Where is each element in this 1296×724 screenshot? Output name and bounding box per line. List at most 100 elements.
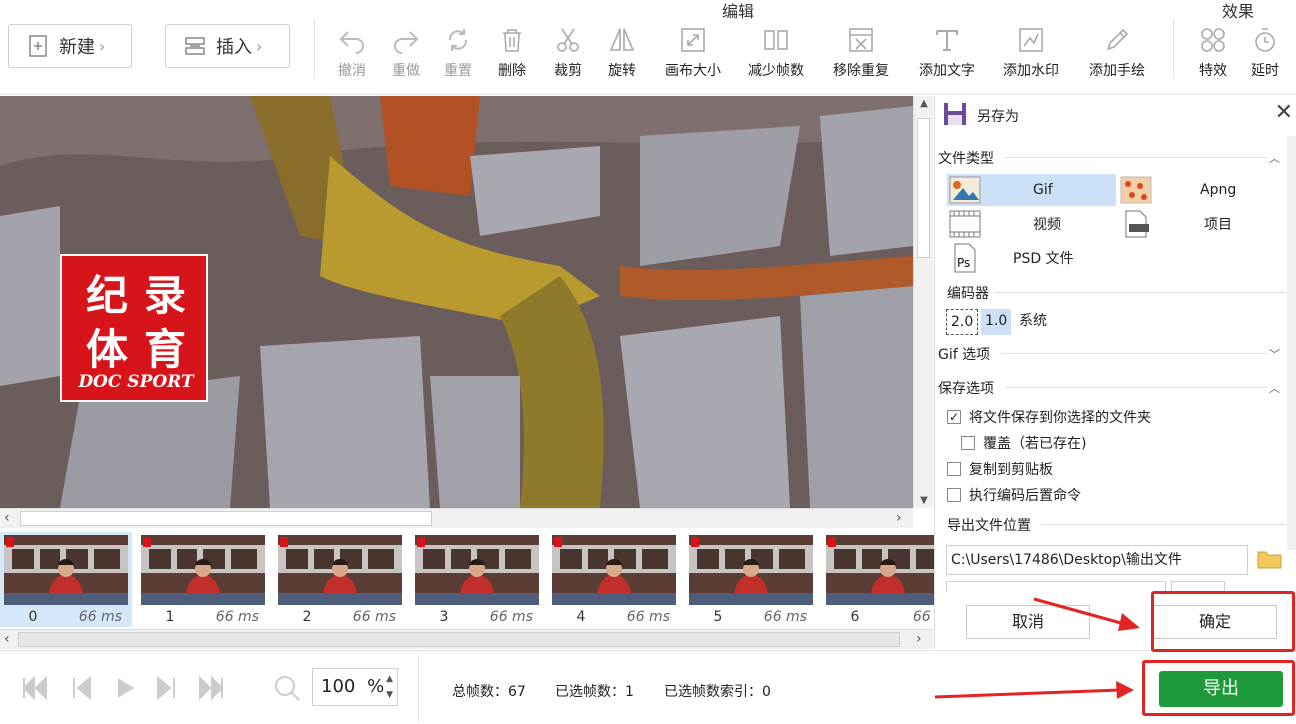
scroll-thumb[interactable] (917, 118, 930, 258)
encoder-1-0[interactable]: 1.0 (981, 309, 1012, 335)
previous-frame-icon[interactable] (66, 673, 96, 703)
frame-duration: 66 ms (78, 609, 122, 625)
file-type-apng[interactable]: Apng (1118, 174, 1290, 206)
frame-duration: 66 ms (215, 609, 259, 625)
frame-duration: 66 ms (763, 609, 807, 625)
post-command-checkbox[interactable]: 执行编码后置命令 (947, 485, 1081, 505)
panel-scrollbar[interactable] (1287, 136, 1296, 550)
add-watermark-button[interactable]: 添加水印 (996, 26, 1066, 80)
frame-index: 2 (302, 609, 312, 625)
canvas-horizontal-scrollbar[interactable]: ‹ › (0, 508, 913, 528)
collapse-up-icon[interactable]: ︿ (1269, 380, 1280, 396)
frame-thumbnail (689, 535, 813, 605)
export-path-input[interactable]: C:\Users\17486\Desktop\输出文件 (946, 545, 1248, 575)
save-options-heading: 保存选项 (938, 381, 994, 397)
frame-duration: 66 ms (489, 609, 533, 625)
divider (1041, 524, 1285, 525)
copy-clipboard-checkbox[interactable]: 复制到剪贴板 (947, 459, 1053, 479)
project-label: 项目 (1204, 217, 1232, 233)
frame-preview-canvas[interactable]: 纪录 体育 DOC SPORT (0, 96, 913, 508)
selected-frames: 已选帧数：1 (555, 684, 634, 700)
frame-thumbnail-image (552, 535, 676, 605)
timeline-frame[interactable]: 2 66 ms (274, 532, 406, 627)
gif-options-heading[interactable]: Gif 选项 (938, 344, 990, 364)
frame-index: 3 (439, 609, 449, 625)
timeline-frame[interactable]: 0 66 ms (0, 532, 132, 627)
add-drawing-button[interactable]: 添加手绘 (1082, 26, 1152, 80)
scroll-thumb[interactable] (18, 632, 900, 647)
file-type-gif[interactable]: Gif (947, 174, 1116, 206)
next-frame-icon[interactable] (152, 673, 182, 703)
selected-index: 已选帧数索引：0 (664, 684, 771, 700)
panel-header: 另存为 ✕ (935, 96, 1296, 132)
edit-group-title: 编辑 (722, 2, 755, 21)
extension-select[interactable] (1171, 581, 1225, 591)
save-as-panel: 另存为 ✕ 文件类型 ︿ Gif Apng 视频 项目 Ps PSD 文件 编码… (934, 96, 1296, 649)
timeline-scrollbar[interactable]: ‹ › (0, 629, 933, 649)
timeline-frame[interactable]: 1 66 ms (137, 532, 269, 627)
file-type-psd[interactable]: Ps PSD 文件 (947, 242, 1116, 274)
frame-thumbnail-image (826, 535, 950, 605)
rotate-button[interactable]: 旋转 (587, 26, 657, 80)
reduce-frames-label: 减少帧数 (748, 63, 804, 79)
new-button-label: 新建 (59, 37, 95, 58)
delay-button[interactable]: 延时 (1230, 26, 1296, 80)
frame-index: 5 (713, 609, 723, 625)
file-type-project[interactable]: 项目 (1118, 208, 1290, 240)
folder-icon[interactable] (1257, 548, 1283, 570)
save-to-folder-checkbox[interactable]: ✓ 将文件保存到你选择的文件夹 (947, 407, 1151, 427)
logo-line2: 体育 (85, 325, 202, 374)
remove-duplicates-button[interactable]: 移除重复 (826, 26, 896, 80)
frame-index: 4 (576, 609, 586, 625)
canvas-size-button[interactable]: 画布大小 (658, 26, 728, 80)
encoder-system[interactable]: 系统 (1015, 309, 1051, 335)
insert-button[interactable]: 插入 › (165, 24, 290, 68)
divider (1005, 387, 1267, 388)
expand-down-icon[interactable]: ﹀ (1269, 346, 1280, 362)
cancel-button[interactable]: 取消 (966, 605, 1090, 639)
scroll-up-icon[interactable]: ▲ (914, 98, 934, 109)
zoom-value: 100 (321, 676, 356, 697)
bottom-bar: 100 % ▲ ▼ 总帧数：67 已选帧数：1 已选帧数索引：0 导出 (0, 650, 1296, 724)
scroll-down-icon[interactable]: ▼ (914, 495, 934, 506)
first-frame-icon[interactable] (20, 673, 50, 703)
toolbar: 新建 › 插入 › 编辑 效果 撤消 重做 重置 删除 裁剪 旋转 画布大小 减… (0, 0, 1296, 95)
canvas-vertical-scrollbar[interactable]: ▲ ▼ (913, 96, 933, 508)
timeline-frame[interactable]: 4 66 ms (548, 532, 680, 627)
play-icon[interactable] (110, 673, 140, 703)
scroll-left-icon[interactable]: ‹ (4, 510, 10, 526)
spin-down-icon[interactable]: ▼ (386, 677, 393, 713)
last-frame-icon[interactable] (196, 673, 226, 703)
file-type-video[interactable]: 视频 (947, 208, 1116, 240)
frame-index: 1 (165, 609, 175, 625)
timeline-frame[interactable]: 5 66 ms (685, 532, 817, 627)
new-file-icon (29, 35, 47, 57)
psd-icon: Ps (954, 243, 976, 273)
video-icon (949, 210, 981, 238)
rotate-label: 旋转 (608, 63, 636, 79)
add-text-label: 添加文字 (919, 63, 975, 79)
reduce-frames-button[interactable]: 减少帧数 (741, 26, 811, 80)
insert-icon (185, 37, 205, 55)
crop-icon (557, 28, 579, 52)
frame-duration: 66 ms (352, 609, 396, 625)
scroll-right-icon[interactable]: › (916, 631, 922, 647)
logo-en: DOC SPORT (78, 372, 194, 392)
reset-icon (448, 29, 468, 51)
zoom-input[interactable]: 100 % ▲ ▼ (312, 668, 398, 706)
scroll-left-icon[interactable]: ‹ (4, 631, 10, 647)
scroll-thumb[interactable] (20, 511, 432, 526)
scroll-right-icon[interactable]: › (896, 510, 902, 526)
psd-label: PSD 文件 (1013, 251, 1074, 267)
close-icon[interactable]: ✕ (1275, 100, 1293, 125)
overwrite-label: 覆盖（若已存在) (983, 436, 1087, 452)
add-text-button[interactable]: 添加文字 (912, 26, 982, 80)
overwrite-checkbox[interactable]: 覆盖（若已存在) (961, 433, 1086, 453)
filename-input[interactable] (946, 581, 1166, 591)
checked-icon: ✓ (947, 410, 961, 424)
timeline-frame[interactable]: 3 66 ms (411, 532, 543, 627)
new-button[interactable]: 新建 › (8, 24, 132, 68)
encoder-2-0[interactable]: 2.0 (946, 309, 979, 335)
panel-title: 另存为 (977, 109, 1019, 125)
collapse-up-icon[interactable]: ︿ (1269, 150, 1280, 166)
